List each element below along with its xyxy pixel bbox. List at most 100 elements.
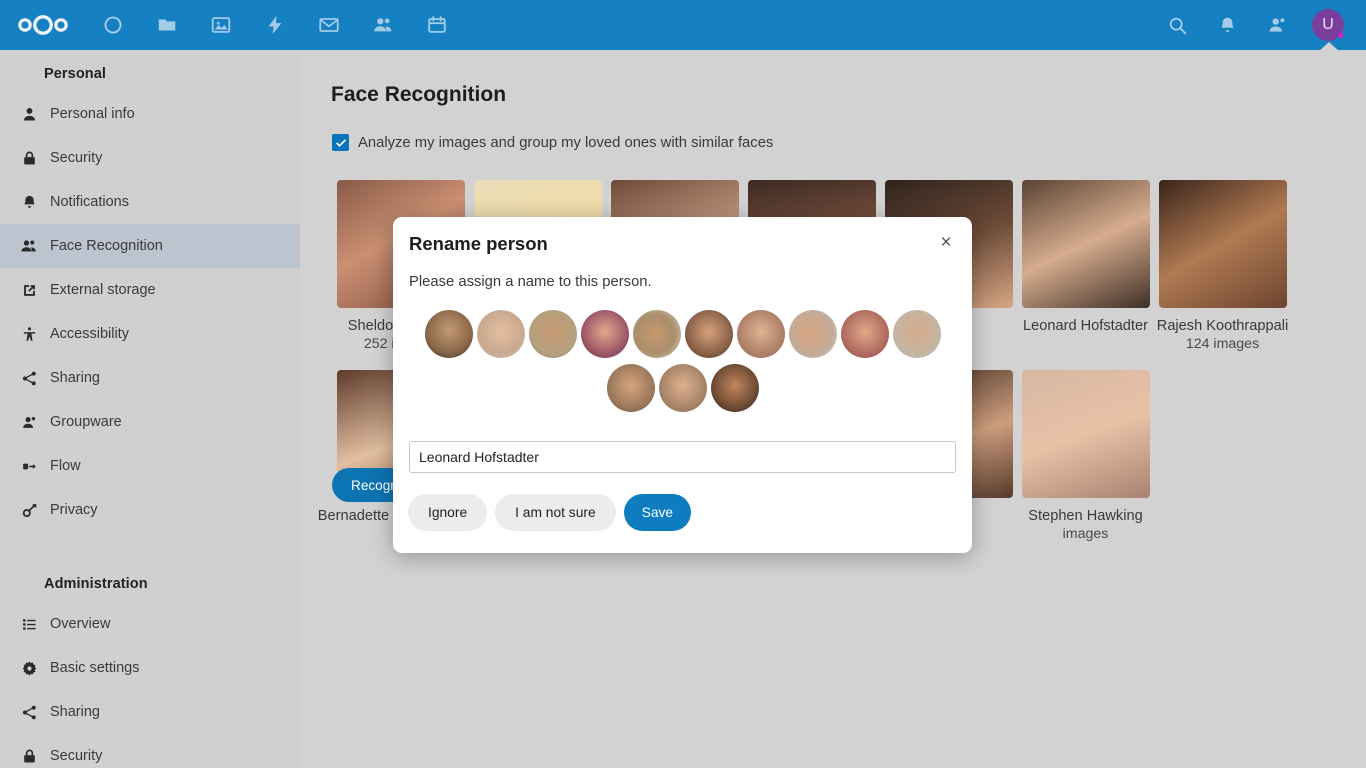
face-thumbnail[interactable] <box>736 310 785 358</box>
face-thumbnail[interactable] <box>606 364 655 412</box>
sidebar-label: Privacy <box>50 502 98 518</box>
app-icon-contacts[interactable] <box>356 0 410 50</box>
sidebar-heading-personal: Personal <box>44 66 107 82</box>
avatar-status-badge: ✶ <box>1335 28 1347 43</box>
gear-icon <box>14 660 44 677</box>
lock-icon <box>14 150 44 167</box>
person-icon <box>14 106 44 123</box>
face-thumbnail[interactable] <box>658 364 707 412</box>
sidebar-label: Basic settings <box>50 660 140 676</box>
list-icon <box>14 616 44 633</box>
face-cluster-preview <box>409 310 956 418</box>
face-thumbnail[interactable] <box>892 310 941 358</box>
face-thumbnail[interactable] <box>424 310 473 358</box>
sidebar-item-flow[interactable]: Flow <box>0 444 300 488</box>
sidebar-item-sharing[interactable]: Sharing <box>0 356 300 400</box>
sidebar-label: Notifications <box>50 194 129 210</box>
face-thumbnail[interactable] <box>632 310 681 358</box>
sidebar-label: External storage <box>50 282 156 298</box>
analyze-images-label: Analyze my images and group my loved one… <box>358 134 774 151</box>
face-thumbnail[interactable] <box>580 310 629 358</box>
person-add-icon[interactable] <box>1252 0 1302 50</box>
lock-icon <box>14 748 44 765</box>
search-icon[interactable] <box>1152 0 1202 50</box>
people-icon <box>14 237 44 255</box>
checkbox-checked-icon <box>332 134 349 151</box>
sidebar-label: Accessibility <box>50 326 129 342</box>
group-icon <box>14 414 44 431</box>
app-header: U ✶ <box>0 0 1366 50</box>
person-image-count: 124 images <box>1185 336 1260 352</box>
sidebar-item-face-recognition[interactable]: Face Recognition <box>0 224 300 268</box>
sidebar-item-admin-security[interactable]: Security <box>0 734 300 768</box>
face-thumbnail[interactable] <box>788 310 837 358</box>
page-title: Face Recognition <box>331 83 507 106</box>
share-icon <box>14 704 44 721</box>
sidebar-label: Sharing <box>50 370 100 386</box>
share-icon <box>14 370 44 387</box>
key-icon <box>14 502 44 519</box>
settings-sidebar: Personal Personal info Security Notifica… <box>0 50 300 768</box>
app-icon-dashboard[interactable] <box>86 0 140 50</box>
analyze-images-checkbox[interactable]: Analyze my images and group my loved one… <box>332 134 773 151</box>
app-icon-calendar[interactable] <box>410 0 464 50</box>
face-thumbnail[interactable] <box>684 310 733 358</box>
sidebar-label: Personal info <box>50 106 135 122</box>
external-link-icon <box>14 282 44 299</box>
nextcloud-logo[interactable] <box>0 0 86 50</box>
person-image-count: images <box>1062 526 1109 542</box>
sidebar-item-privacy[interactable]: Privacy <box>0 488 300 532</box>
sidebar-label: Groupware <box>50 414 122 430</box>
person-thumbnail <box>1021 370 1150 498</box>
sidebar-item-groupware[interactable]: Groupware <box>0 400 300 444</box>
dialog-actions: Ignore I am not sure Save <box>408 494 692 531</box>
person-thumbnail <box>1021 180 1150 308</box>
sidebar-label: Security <box>50 748 103 764</box>
bell-icon[interactable] <box>1202 0 1252 50</box>
dialog-subtitle: Please assign a name to this person. <box>409 274 652 290</box>
sidebar-divider <box>0 532 300 560</box>
sidebar-label: Flow <box>50 458 81 474</box>
app-icon-photos[interactable] <box>194 0 248 50</box>
sidebar-label: Security <box>50 150 103 166</box>
sidebar-item-security[interactable]: Security <box>0 136 300 180</box>
face-thumbnail[interactable] <box>710 364 759 412</box>
sidebar-item-admin-sharing[interactable]: Sharing <box>0 690 300 734</box>
person-thumbnail <box>1158 180 1287 308</box>
close-icon[interactable]: × <box>929 226 963 260</box>
sidebar-heading-administration: Administration <box>44 576 148 592</box>
person-card[interactable]: Stephen Hawking images <box>1017 370 1154 542</box>
face-thumbnail[interactable] <box>528 310 577 358</box>
app-icon-mail[interactable] <box>302 0 356 50</box>
person-card[interactable]: Leonard Hofstadter <box>1017 180 1154 352</box>
sidebar-item-basic-settings[interactable]: Basic settings <box>0 646 300 690</box>
accessibility-icon <box>14 326 44 343</box>
not-sure-button[interactable]: I am not sure <box>495 494 616 531</box>
face-row <box>409 364 956 412</box>
sidebar-item-accessibility[interactable]: Accessibility <box>0 312 300 356</box>
save-button[interactable]: Save <box>623 494 692 531</box>
sidebar-item-overview[interactable]: Overview <box>0 602 300 646</box>
face-thumbnail[interactable] <box>476 310 525 358</box>
app-icon-activity[interactable] <box>248 0 302 50</box>
app-icon-files[interactable] <box>140 0 194 50</box>
sidebar-label: Face Recognition <box>50 238 163 254</box>
sidebar-item-notifications[interactable]: Notifications <box>0 180 300 224</box>
sidebar-item-personal-info[interactable]: Personal info <box>0 92 300 136</box>
app-navigation <box>86 0 464 50</box>
sidebar-label: Sharing <box>50 704 100 720</box>
flow-icon <box>14 458 44 475</box>
person-name: Leonard Hofstadter <box>1023 318 1148 334</box>
ignore-button[interactable]: Ignore <box>408 494 488 531</box>
face-row <box>409 310 956 358</box>
sidebar-label: Overview <box>50 616 111 632</box>
person-name: Rajesh Koothrappali <box>1156 318 1289 334</box>
dialog-title: Rename person <box>409 233 548 254</box>
face-thumbnail[interactable] <box>840 310 889 358</box>
sidebar-item-external-storage[interactable]: External storage <box>0 268 300 312</box>
person-name-input[interactable] <box>409 441 956 473</box>
bell-icon <box>14 194 44 211</box>
person-card[interactable]: Rajesh Koothrappali 124 images <box>1154 180 1291 352</box>
header-menu-caret <box>1318 42 1340 52</box>
person-name: Stephen Hawking <box>1028 508 1143 524</box>
